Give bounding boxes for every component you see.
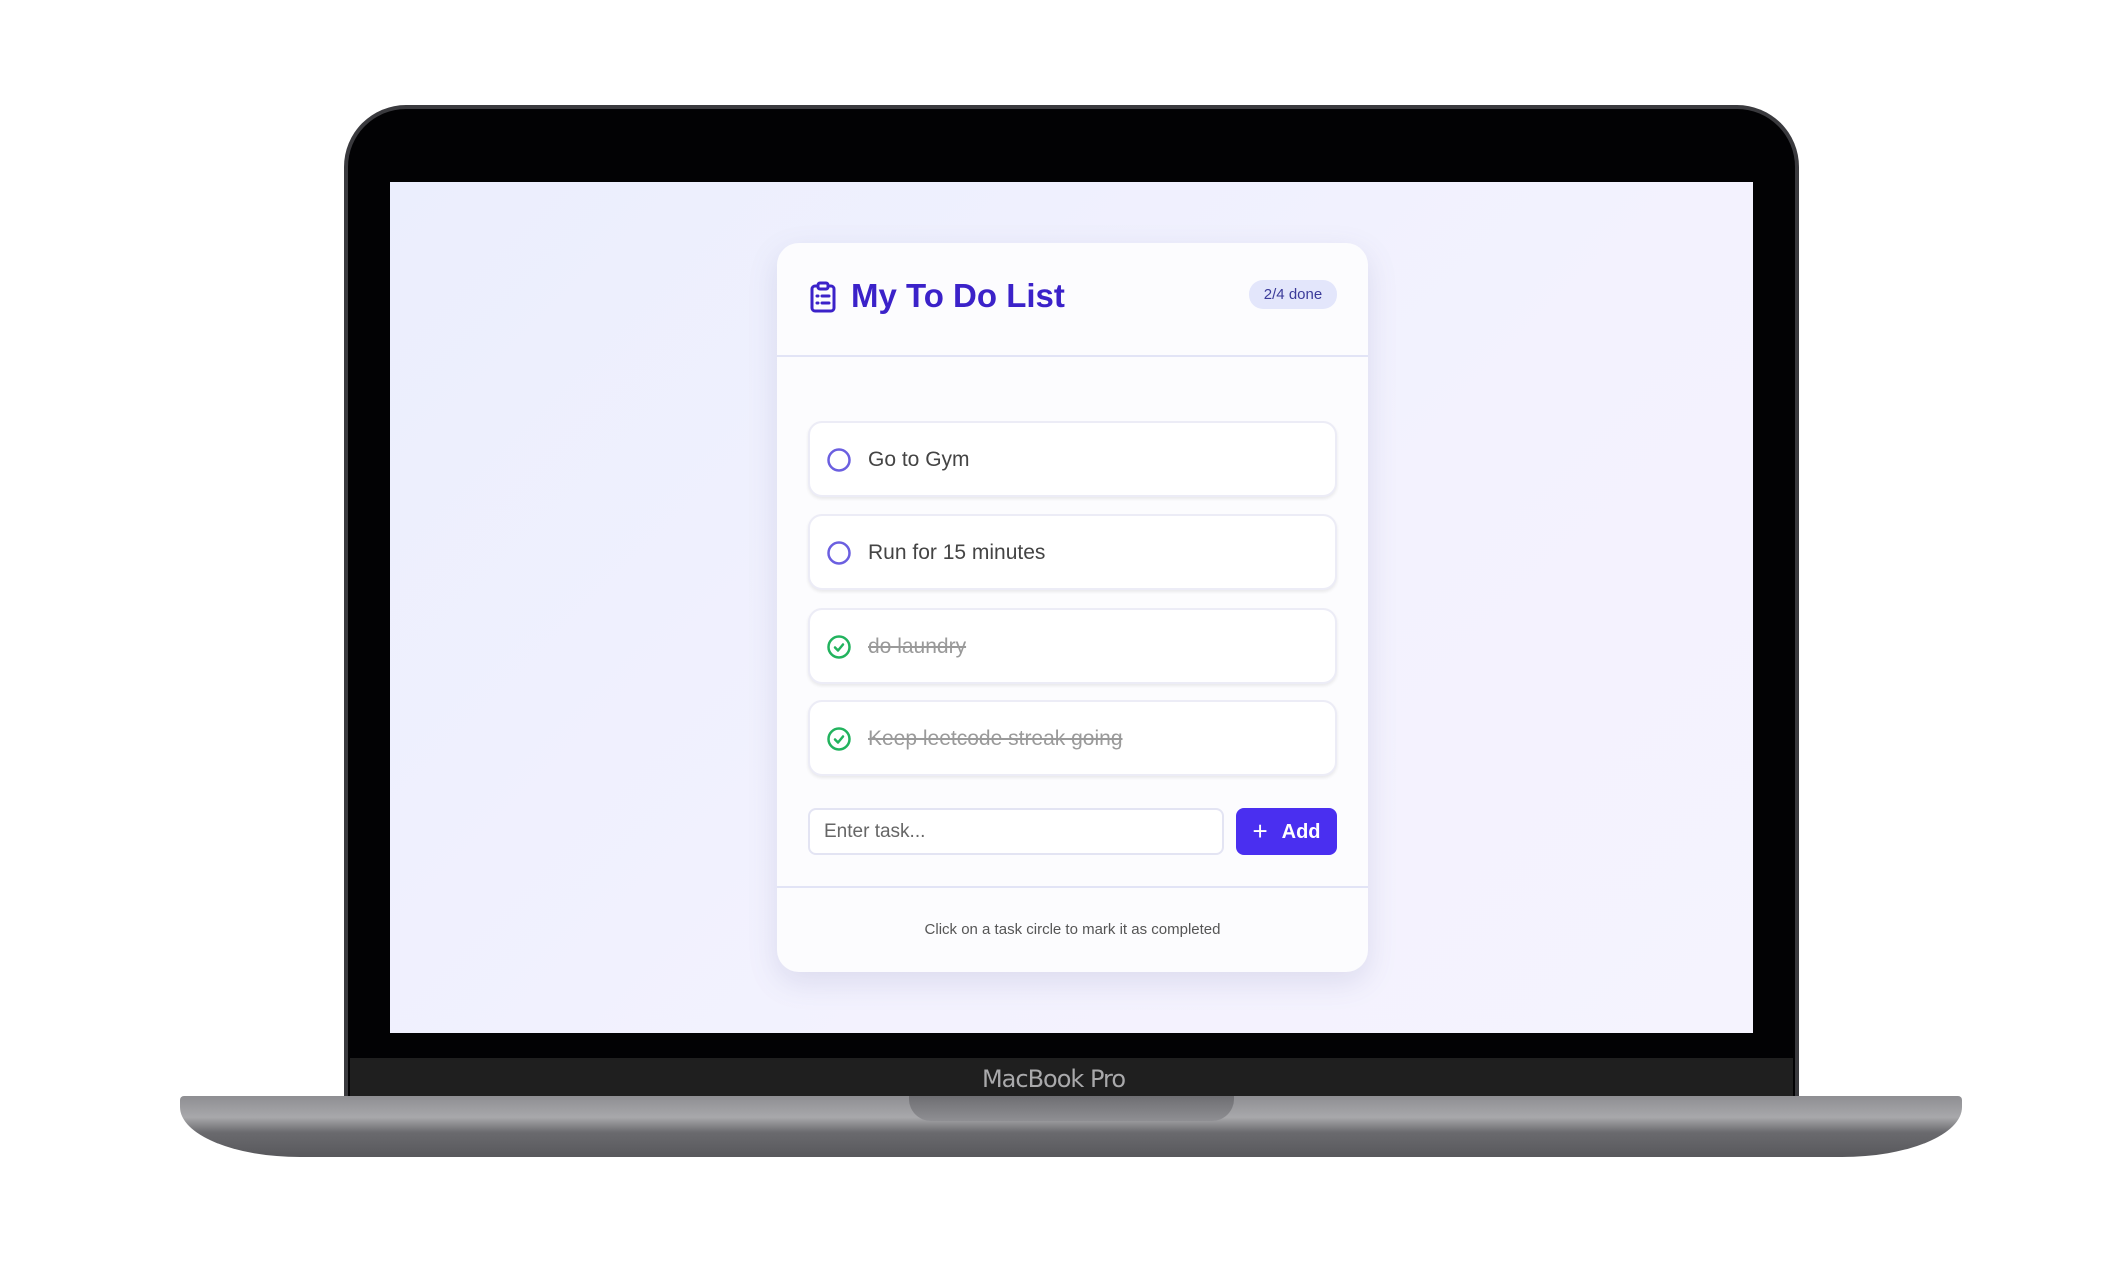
task-label: Go to Gym xyxy=(868,448,970,471)
task-item[interactable]: Go to Gym xyxy=(808,421,1337,497)
task-label: Run for 15 minutes xyxy=(868,541,1046,564)
header-divider xyxy=(777,355,1368,357)
clipboard-list-icon xyxy=(810,281,836,313)
page-title: My To Do List xyxy=(851,277,1065,314)
task-label: Keep leetcode streak going xyxy=(868,727,1123,750)
todo-card: My To Do List 2/4 done Go to Gym Run for … xyxy=(777,243,1368,972)
check-circle-icon[interactable] xyxy=(826,726,852,752)
empty-circle-icon[interactable] xyxy=(826,540,852,566)
task-input[interactable] xyxy=(808,808,1224,855)
empty-circle-icon[interactable] xyxy=(826,447,852,473)
plus-icon: + xyxy=(1252,816,1268,846)
laptop-brand-label: MacBook Pro xyxy=(981,1065,1126,1093)
add-label: Add xyxy=(1281,821,1321,843)
task-label: do laundry xyxy=(868,635,967,658)
footer-divider xyxy=(777,886,1368,888)
add-task-button[interactable]: + Add xyxy=(1236,808,1337,855)
check-circle-icon[interactable] xyxy=(826,634,852,660)
footer-hint: Click on a task circle to mark it as com… xyxy=(924,921,1221,938)
task-item[interactable]: do laundry xyxy=(808,608,1337,684)
task-item[interactable]: Keep leetcode streak going xyxy=(808,700,1337,776)
task-item[interactable]: Run for 15 minutes xyxy=(808,514,1337,590)
progress-badge: 2/4 done xyxy=(1249,280,1337,309)
laptop-notch xyxy=(909,1096,1234,1121)
